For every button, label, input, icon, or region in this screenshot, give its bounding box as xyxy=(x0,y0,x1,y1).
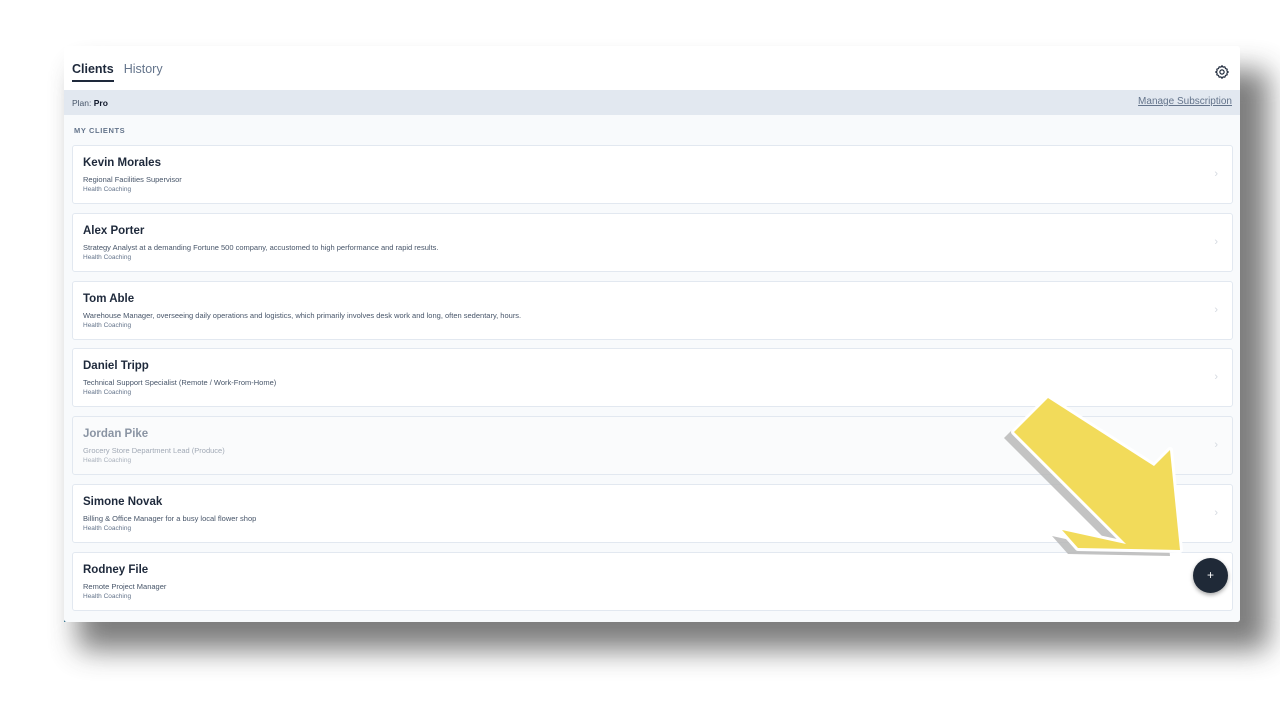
section-title: MY CLIENTS xyxy=(74,126,126,135)
client-program: Health Coaching xyxy=(83,457,132,465)
tab-history[interactable]: History xyxy=(124,62,163,80)
chevron-right-icon: › xyxy=(1214,235,1218,248)
client-name: Jordan Pike xyxy=(83,428,149,441)
client-role: Warehouse Manager, overseeing daily oper… xyxy=(83,310,522,320)
client-card[interactable]: Alex Porter Strategy Analyst at a demand… xyxy=(72,212,1233,272)
app-window: Clients History Plan: Pro Manage Subscri… xyxy=(64,46,1240,622)
client-role: Billing & Office Manager for a busy loca… xyxy=(83,513,257,523)
chevron-right-icon: › xyxy=(1214,168,1218,180)
tab-clients[interactable]: Clients xyxy=(72,62,114,82)
client-role: Regional Facilities Supervisor xyxy=(83,175,182,184)
client-program: Health Coaching xyxy=(83,186,132,193)
plan-info: Plan: Pro xyxy=(72,98,108,108)
manage-subscription-link[interactable]: Manage Subscription xyxy=(1138,96,1232,107)
client-program: Health Coaching xyxy=(83,389,132,397)
client-name: Alex Porter xyxy=(83,224,145,237)
tab-bar: Clients History xyxy=(72,62,163,84)
client-name: Rodney File xyxy=(83,563,149,576)
gear-icon[interactable] xyxy=(1214,64,1230,80)
client-card[interactable]: Tom Able Warehouse Manager, overseeing d… xyxy=(72,280,1233,340)
client-name: Tom Able xyxy=(83,292,135,305)
client-card[interactable]: Kevin Morales Regional Facilities Superv… xyxy=(72,145,1233,204)
client-program: Health Coaching xyxy=(83,524,132,532)
client-program: Health Coaching xyxy=(83,592,132,600)
client-name: Simone Novak xyxy=(83,495,163,508)
client-card[interactable]: Jordan Pike Grocery Store Department Lea… xyxy=(72,416,1233,476)
client-role: Technical Support Specialist (Remote / W… xyxy=(83,378,277,388)
client-name: Kevin Morales xyxy=(83,157,161,169)
add-client-button[interactable]: + xyxy=(1193,558,1228,593)
plan-value: Pro xyxy=(93,98,108,108)
plan-bar: Plan: Pro Manage Subscription xyxy=(64,90,1240,115)
chevron-right-icon: › xyxy=(1214,303,1218,316)
client-card[interactable]: Rodney File Remote Project Manager Healt… xyxy=(72,551,1233,611)
client-program: Health Coaching xyxy=(83,253,132,261)
clients-panel: MY CLIENTS Kevin Morales Regional Facili… xyxy=(64,115,1240,622)
screenshot-stage: Clients History Plan: Pro Manage Subscri… xyxy=(0,0,1280,720)
plan-label: Plan: xyxy=(72,98,92,108)
client-name: Daniel Tripp xyxy=(83,360,149,373)
client-role: Strategy Analyst at a demanding Fortune … xyxy=(83,242,439,252)
client-role: Grocery Store Department Lead (Produce) xyxy=(83,446,225,456)
client-list: Kevin Morales Regional Facilities Superv… xyxy=(72,145,1233,620)
chevron-right-icon: › xyxy=(1214,506,1218,519)
client-program: Health Coaching xyxy=(83,321,132,329)
client-card[interactable]: Simone Novak Billing & Office Manager fo… xyxy=(72,483,1233,543)
client-card[interactable]: Daniel Tripp Technical Support Specialis… xyxy=(72,348,1233,408)
client-role: Remote Project Manager xyxy=(83,581,167,591)
chevron-right-icon: › xyxy=(1214,371,1218,384)
chevron-right-icon: › xyxy=(1214,439,1218,452)
